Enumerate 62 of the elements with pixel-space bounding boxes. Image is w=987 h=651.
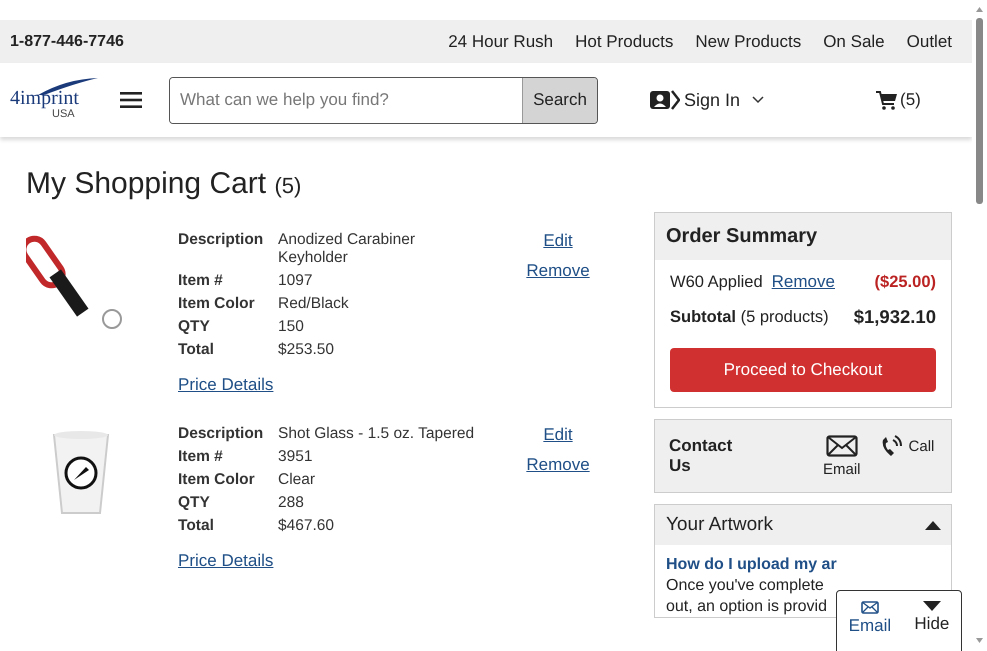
nav-link[interactable]: New Products [695, 32, 802, 52]
edit-link[interactable]: Edit [543, 231, 573, 251]
remove-link[interactable]: Remove [526, 261, 590, 281]
nav-link[interactable]: Outlet [906, 32, 952, 52]
edit-link[interactable]: Edit [543, 425, 573, 445]
search-button[interactable]: Search [522, 78, 597, 122]
email-label[interactable]: Email [848, 616, 892, 636]
remove-link[interactable]: Remove [526, 455, 590, 475]
answer-text: Once you've complete [666, 576, 824, 596]
field-value: Clear [278, 471, 316, 489]
discount-label: W60 Applied [670, 272, 763, 292]
subtotal-amount: $1,932.10 [854, 306, 936, 328]
search-field[interactable]: What can we help you find? Search [169, 76, 598, 124]
sign-in-link[interactable]: Sign In [684, 90, 740, 110]
logo[interactable]: 4imprint USA [10, 77, 102, 123]
nav-link[interactable]: Hot Products [575, 32, 674, 52]
chevron-down-icon[interactable] [752, 96, 764, 104]
discount-amount: ($25.00) [874, 272, 936, 292]
field-value: Red/Black [278, 295, 350, 313]
panel-title: Order Summary [666, 225, 818, 247]
field-value: $253.50 [278, 341, 336, 359]
field-label: Item # [178, 272, 224, 290]
panel-title: Contact Us [669, 436, 734, 476]
caret-up-icon[interactable] [925, 520, 941, 530]
nav-link[interactable]: 24 Hour Rush [448, 32, 554, 52]
remove-link[interactable]: Remove [772, 272, 835, 292]
field-value: 1097 [278, 272, 314, 290]
price-details-link[interactable]: Price Details [178, 375, 274, 395]
field-value: $467.60 [278, 517, 336, 535]
subtotal-label: Subtotal (5 products) [670, 308, 829, 326]
field-value: Anodized Carabiner Keyholder [278, 231, 416, 267]
cart-icon[interactable] [876, 90, 898, 110]
email-icon[interactable] [826, 434, 858, 456]
email-icon[interactable] [860, 601, 879, 614]
answer-text: out, an option is provid [666, 597, 827, 617]
nav-link[interactable]: On Sale [823, 32, 885, 52]
field-value: 150 [278, 318, 305, 336]
call-label[interactable]: Call [908, 438, 934, 454]
field-label: Total [178, 341, 215, 359]
phone-number: 1-877-446-7746 [10, 32, 124, 50]
hide-label[interactable]: Hide [914, 614, 950, 634]
field-label: QTY [178, 318, 211, 336]
menu-icon[interactable] [120, 91, 142, 109]
checkout-button[interactable]: Proceed to Checkout [670, 348, 936, 392]
panel-title: Your Artwork [666, 514, 774, 536]
price-details-link[interactable]: Price Details [178, 551, 274, 571]
field-label: Item Color [178, 295, 256, 313]
faq-link[interactable]: How do I upload my ar [666, 554, 837, 575]
field-label: Item # [178, 448, 224, 466]
field-value: Shot Glass - 1.5 oz. Tapered [278, 425, 476, 443]
field-label: Total [178, 517, 215, 535]
field-label: Description [178, 231, 264, 250]
field-value: 3951 [278, 448, 314, 466]
email-label[interactable]: Email [823, 460, 861, 478]
field-value: 288 [278, 494, 305, 512]
account-icon[interactable] [650, 90, 680, 110]
field-label: Description [178, 425, 264, 443]
caret-down-icon[interactable] [922, 601, 941, 612]
field-label: QTY [178, 494, 211, 512]
page-title: My Shopping Cart (5) [26, 167, 302, 201]
field-label: Item Color [178, 471, 256, 489]
cart-count[interactable]: (5) [900, 90, 921, 110]
